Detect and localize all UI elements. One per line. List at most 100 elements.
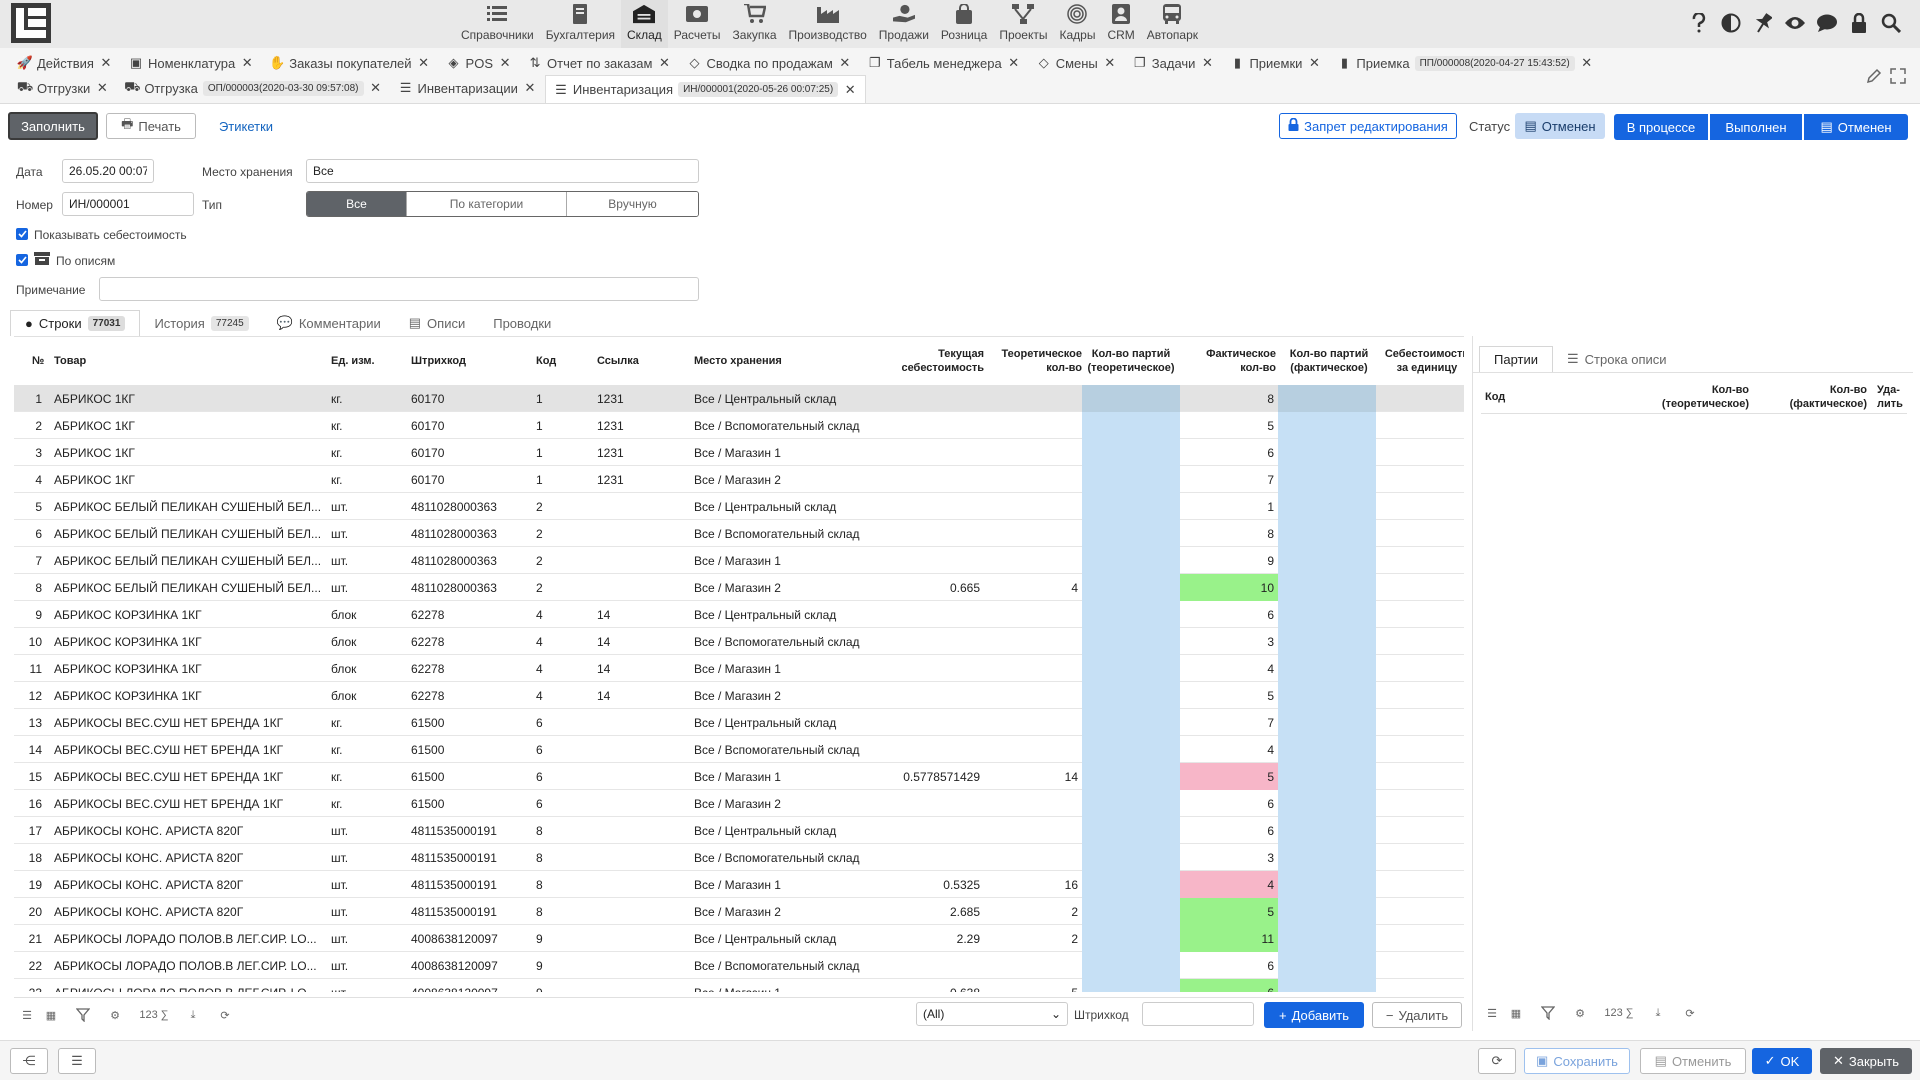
table-row[interactable]: 21 АБРИКОСЫ ЛОРАДО ПОЛОВ.В ЛЕГ.СИР. LO...… (14, 925, 1464, 952)
tab-postings[interactable]: Проводки (479, 310, 565, 336)
nav-item-retail[interactable]: Розница (935, 0, 993, 48)
eye-icon[interactable] (1784, 12, 1806, 34)
fill-button[interactable]: Заполнить (8, 112, 98, 140)
refresh-icon[interactable]: ⟳ (216, 1006, 234, 1024)
table-row[interactable]: 16 АБРИКОСЫ ВЕС.СУШ НЕТ БРЕНДА 1КГ кг. 6150… (14, 790, 1464, 817)
close-icon[interactable]: ✕ (498, 55, 512, 70)
ok-button[interactable]: ✓ OK (1752, 1048, 1812, 1074)
filter-select[interactable]: (All) ⌄ (916, 1002, 1068, 1026)
refresh-icon[interactable]: ⟳ (1681, 1004, 1699, 1022)
table-row[interactable]: 9 АБРИКОС КОРЗИНКА 1КГ блок 62278 4 14 Все / Ц… (14, 601, 1464, 628)
nav-item-references[interactable]: Справочники (455, 0, 540, 48)
add-button[interactable]: + Добавить (1264, 1002, 1364, 1028)
tab-orders-report[interactable]: ⇅ Отчет по заказам ✕ (520, 51, 679, 75)
close-icon[interactable]: ✕ (1200, 55, 1214, 70)
table-row[interactable]: 8 АБРИКОС БЕЛЫЙ ПЕЛИКАН СУШЕНЫЙ БЕЛ... шт.… (14, 574, 1464, 601)
nav-item-crm[interactable]: CRM (1101, 0, 1140, 48)
rp-col-theoretical[interactable]: Кол-во (теоретическое) (1631, 380, 1749, 414)
refresh-button[interactable]: ⟳ (1478, 1048, 1516, 1074)
step-done[interactable]: Выполнен (1708, 114, 1802, 140)
tab-tasks[interactable]: ❐ Задачи ✕ (1125, 51, 1223, 75)
type-option-category[interactable]: По категории (407, 192, 567, 216)
tab-shipments[interactable]: ⛟ Отгрузки ✕ (10, 76, 117, 100)
tab-actions[interactable]: 🚀 Действия ✕ (10, 51, 121, 75)
nav-item-warehouse[interactable]: Склад (621, 0, 668, 48)
share-button[interactable]: ⋲ (10, 1048, 48, 1074)
fullscreen-icon[interactable] (1890, 68, 1906, 87)
app-logo[interactable] (10, 2, 52, 44)
by-inventory-checkbox[interactable] (16, 254, 28, 266)
tab-inventories[interactable]: ☰ Инвентаризации ✕ (391, 76, 545, 100)
tab-inventory-line[interactable]: ☰ Строка описи (1553, 346, 1681, 372)
table-row[interactable]: 22 АБРИКОСЫ ЛОРАДО ПОЛОВ.В ЛЕГ.СИР. LO...… (14, 952, 1464, 979)
table-row[interactable]: 3 АБРИКОС 1КГ кг. 60170 1 1231 Все / Магазин 1… (14, 439, 1464, 466)
tab-receipt[interactable]: ▮ Приемка ПП/000008(2020-04-27 15:43:52) ✕ (1329, 51, 1601, 75)
close-icon[interactable]: ✕ (1307, 55, 1321, 70)
filter-icon[interactable] (1539, 1004, 1557, 1022)
sum-icon[interactable]: 123 ∑ (136, 1006, 172, 1024)
tab-receipts[interactable]: ▮ Приемки ✕ (1222, 51, 1329, 75)
table-row[interactable]: 18 АБРИКОСЫ КОНС. АРИСТА 820Г шт. 481153500… (14, 844, 1464, 871)
settings-icon[interactable]: ⚙ (1571, 1004, 1589, 1022)
table-row[interactable]: 14 АБРИКОСЫ ВЕС.СУШ НЕТ БРЕНДА 1КГ кг. 6150… (14, 736, 1464, 763)
number-field[interactable] (62, 192, 194, 216)
type-option-manual[interactable]: Вручную (567, 192, 698, 216)
table-row[interactable]: 1 АБРИКОС 1КГ кг. 60170 1 1231 Все / Центральн… (14, 385, 1464, 412)
col-header-storage[interactable]: Место хранения (694, 337, 782, 385)
nav-item-accounting[interactable]: Бухгалтерия (540, 0, 621, 48)
col-header-batches-theoretical[interactable]: Кол-во партий (теоретическое) (1082, 337, 1180, 385)
tab-pos[interactable]: ◈ POS ✕ (439, 51, 520, 75)
tab-customer-orders[interactable]: ✋ Заказы покупателей ✕ (262, 51, 438, 75)
storage-field[interactable] (306, 159, 699, 183)
tab-batches[interactable]: Партии (1479, 346, 1553, 372)
col-header-barcode[interactable]: Штрихкод (411, 337, 466, 385)
filter-icon[interactable] (74, 1006, 92, 1024)
table-row[interactable]: 10 АБРИКОС КОРЗИНКА 1КГ блок 62278 4 14 Все / … (14, 628, 1464, 655)
lock-edit-button[interactable]: Запрет редактирования (1279, 113, 1457, 139)
col-header-unit[interactable]: Ед. изм. (331, 337, 375, 385)
table-row[interactable]: 6 АБРИКОС БЕЛЫЙ ПЕЛИКАН СУШЕНЫЙ БЕЛ... шт.… (14, 520, 1464, 547)
rp-col-code[interactable]: Код (1485, 380, 1505, 414)
table-row[interactable]: 12 АБРИКОС КОРЗИНКА 1КГ блок 62278 4 14 Все / … (14, 682, 1464, 709)
step-in-progress[interactable]: В процессе (1614, 114, 1708, 140)
table-row[interactable]: 4 АБРИКОС 1КГ кг. 60170 1 1231 Все / Магазин 2… (14, 466, 1464, 493)
table-row[interactable]: 5 АБРИКОС БЕЛЫЙ ПЕЛИКАН СУШЕНЫЙ БЕЛ... шт.… (14, 493, 1464, 520)
show-cost-checkbox[interactable] (16, 228, 28, 240)
contrast-icon[interactable] (1720, 12, 1742, 34)
table-row[interactable]: 15 АБРИКОСЫ ВЕС.СУШ НЕТ БРЕНДА 1КГ кг. 6150… (14, 763, 1464, 790)
sum-icon[interactable]: 123 ∑ (1601, 1004, 1637, 1022)
tab-shifts[interactable]: ◇ Смены ✕ (1029, 51, 1125, 75)
pencil-icon[interactable] (1866, 68, 1882, 87)
tab-shipment[interactable]: ⛟ Отгрузка ОП/000003(2020-03-30 09:57:08) ✕ (117, 76, 390, 100)
table-row[interactable]: 23 АБРИКОСЫ ЛОРАДО ПОЛОВ.В ЛЕГ.СИР. LO...… (14, 979, 1464, 992)
tab-sales-summary[interactable]: ◇ Сводка по продажам ✕ (679, 51, 859, 75)
delete-button[interactable]: − Удалить (1372, 1002, 1462, 1028)
nav-item-sales[interactable]: Продажи (873, 0, 935, 48)
tab-history[interactable]: История 77245 (140, 310, 262, 336)
download-icon[interactable]: ⤓ (184, 1006, 202, 1024)
tab-lines[interactable]: ● Строки 77031 (10, 310, 141, 336)
save-button[interactable]: ▣ Сохранить (1524, 1048, 1630, 1074)
tab-inventories-list[interactable]: ▤ Описи (395, 310, 479, 336)
nav-item-production[interactable]: Производство (783, 0, 873, 48)
table-row[interactable]: 11 АБРИКОС КОРЗИНКА 1КГ блок 62278 4 14 Все / … (14, 655, 1464, 682)
table-view-icon[interactable]: ▦ (1507, 1004, 1525, 1022)
col-header-product[interactable]: Товар (54, 337, 86, 385)
barcode-input[interactable] (1142, 1002, 1254, 1026)
col-header-code[interactable]: Код (536, 337, 556, 385)
col-header-theoretical[interactable]: Теоретическое кол-во (984, 337, 1082, 385)
col-header-link[interactable]: Ссылка (597, 337, 639, 385)
nav-item-settlements[interactable]: Расчеты (668, 0, 727, 48)
rp-col-delete[interactable]: Уда-лить (1877, 380, 1903, 414)
close-icon[interactable]: ✕ (240, 55, 254, 70)
close-icon[interactable]: ✕ (369, 80, 383, 95)
print-button[interactable]: 🖶 Печать (106, 113, 196, 139)
close-icon[interactable]: ✕ (417, 55, 431, 70)
table-row[interactable]: 17 АБРИКОСЫ КОНС. АРИСТА 820Г шт. 481153500… (14, 817, 1464, 844)
search-icon[interactable] (1880, 12, 1902, 34)
close-icon[interactable]: ✕ (657, 55, 671, 70)
tab-inventory-active[interactable]: ☰ Инвентаризация ИН/000001(2020-05-26 00:0… (544, 75, 867, 103)
rp-col-actual[interactable]: Кол-во (фактическое) (1749, 380, 1867, 414)
close-icon[interactable]: ✕ (843, 82, 857, 97)
col-header-actual[interactable]: Фактическое кол-во (1180, 337, 1276, 385)
